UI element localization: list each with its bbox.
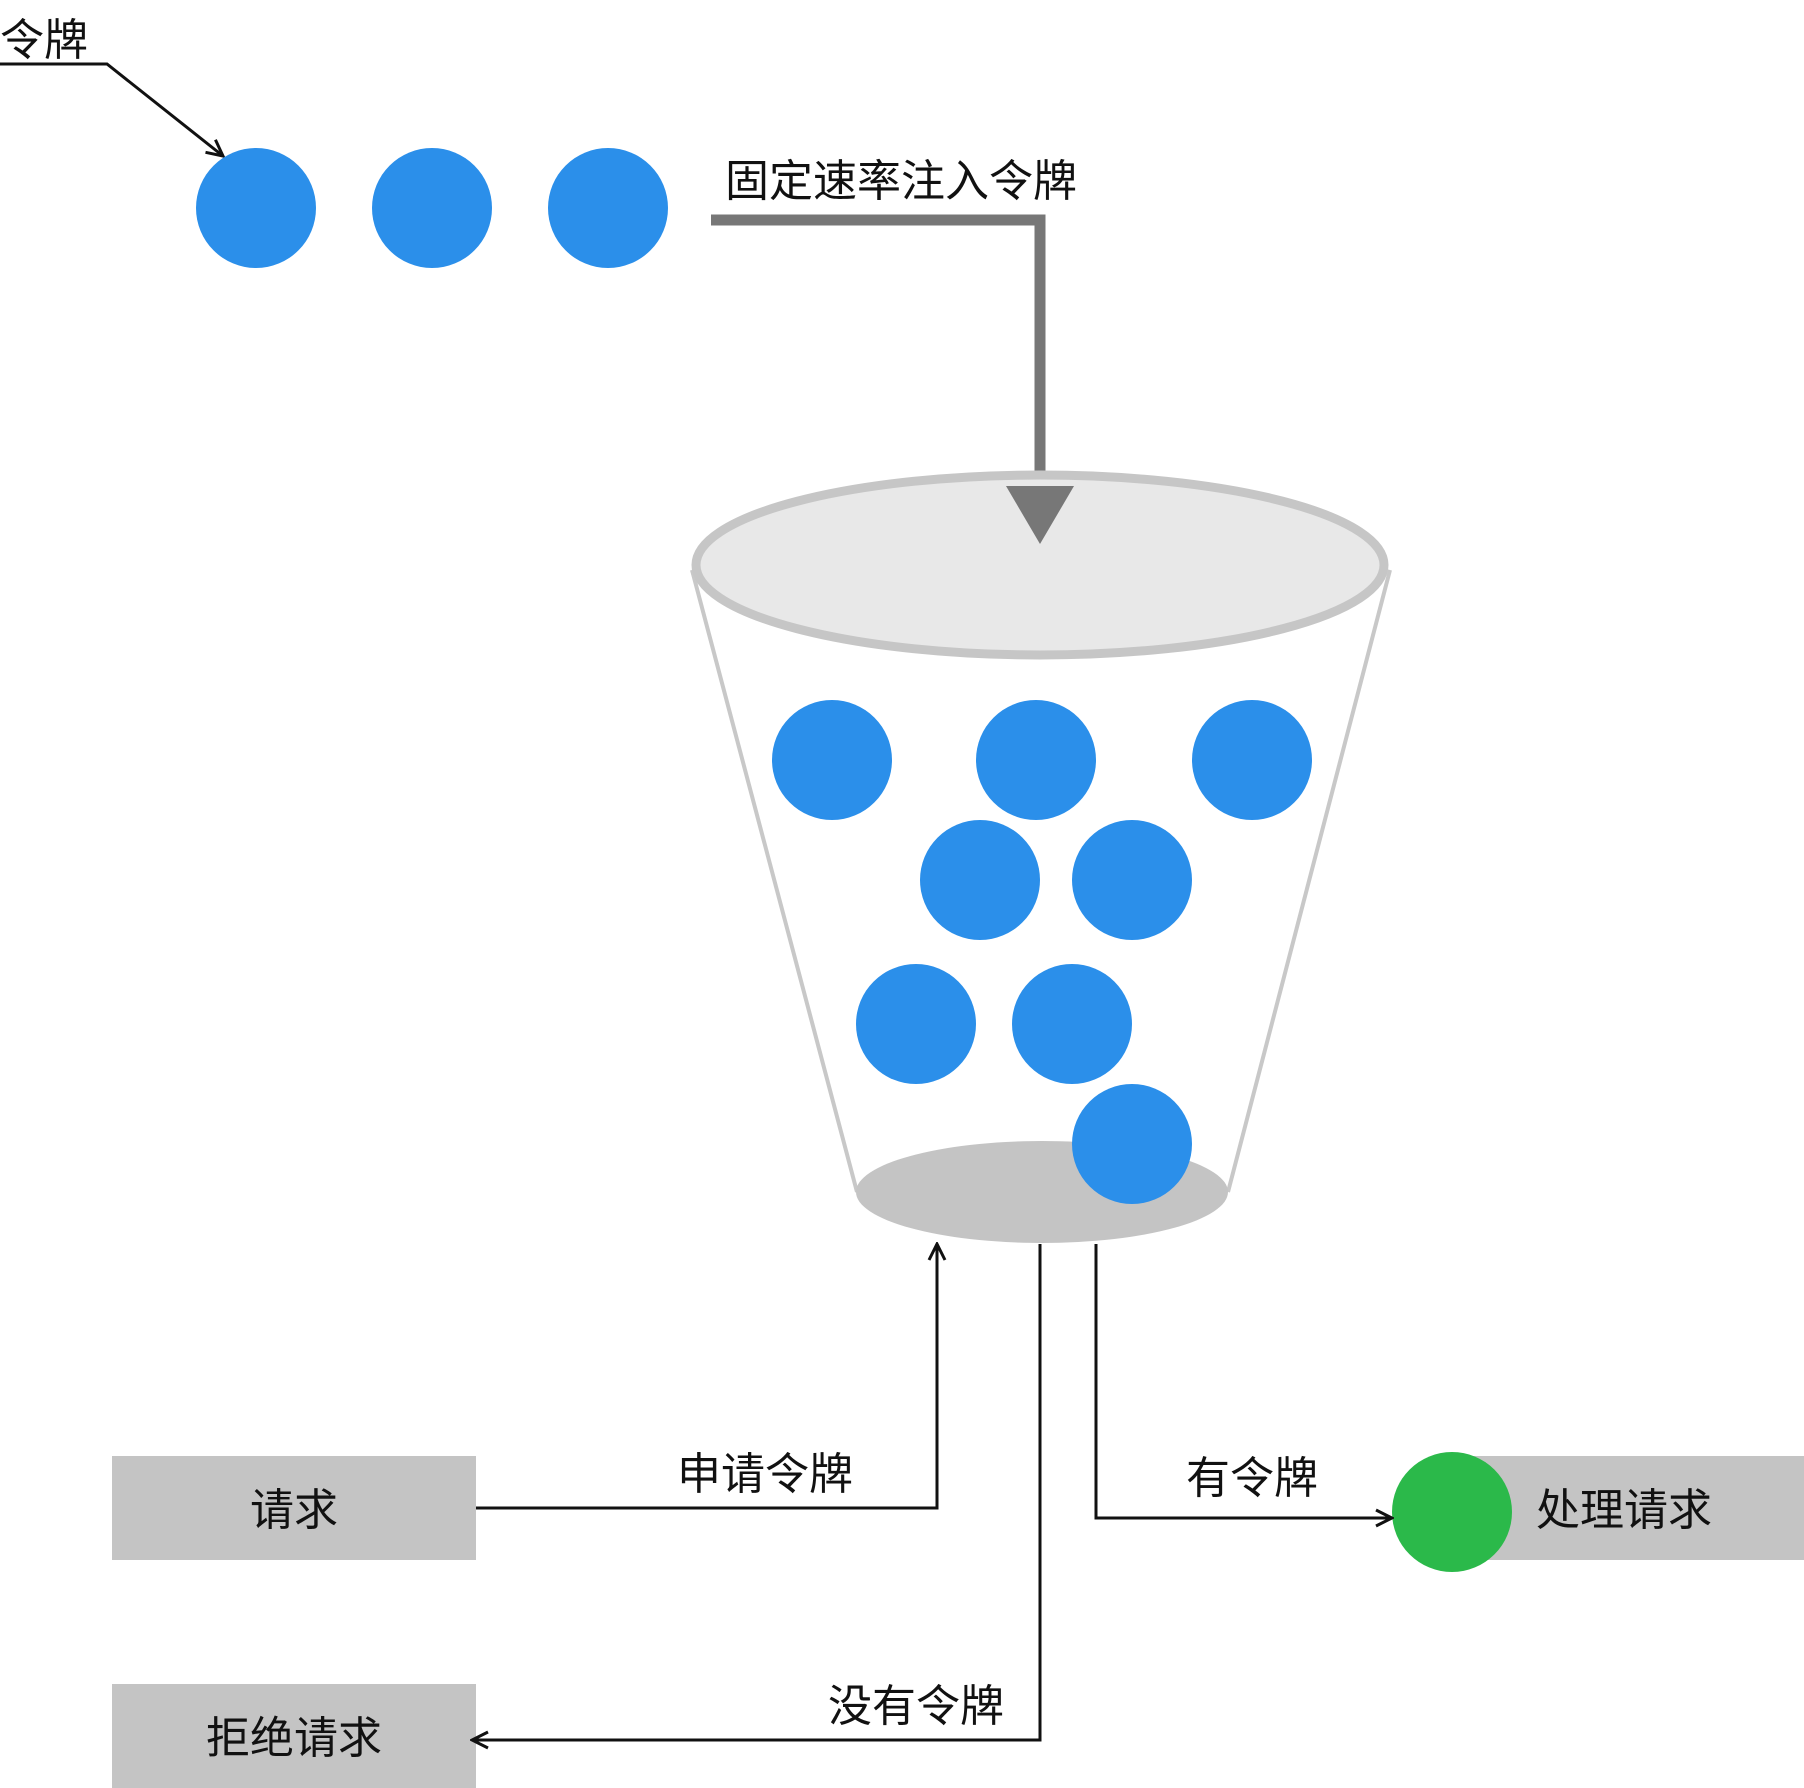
fixed-rate-label: 固定速率注入令牌 [725,156,1077,207]
token-label: 令牌 [0,15,88,66]
fixed-rate-arrow-line [711,214,1046,488]
bucket [690,470,1392,1243]
apply-token-label: 申请令牌 [677,1449,853,1500]
incoming-token [372,148,492,268]
bucket-token [920,820,1040,940]
request-box-label: 请求 [250,1485,338,1536]
bucket-token [772,700,892,820]
no-token-label: 没有令牌 [828,1681,1004,1732]
reject-box-label: 拒绝请求 [206,1713,382,1764]
request-box: 请求 [112,1456,476,1560]
process-box: 处理请求 [1392,1452,1804,1572]
has-token-label: 有令牌 [1186,1453,1318,1504]
bucket-left-wall [690,569,859,1193]
incoming-token [196,148,316,268]
bucket-token [1012,964,1132,1084]
reject-box: 拒绝请求 [112,1684,476,1788]
bucket-token [1072,1084,1192,1204]
process-token [1392,1452,1512,1572]
incoming-tokens [196,148,668,268]
process-box-label: 处理请求 [1536,1485,1712,1536]
bucket-token [1072,820,1192,940]
bucket-right-wall [1226,569,1392,1193]
bucket-token [976,700,1096,820]
bucket-tokens [772,700,1312,1204]
token-bucket-diagram: 令牌 固定速率注入令牌 请求 拒绝请求 处理请求 申请令牌 有令牌 没有令牌 [0,15,1804,1788]
bucket-token [1192,700,1312,820]
bucket-token [856,964,976,1084]
incoming-token [548,148,668,268]
token-label-pointer [0,62,223,156]
